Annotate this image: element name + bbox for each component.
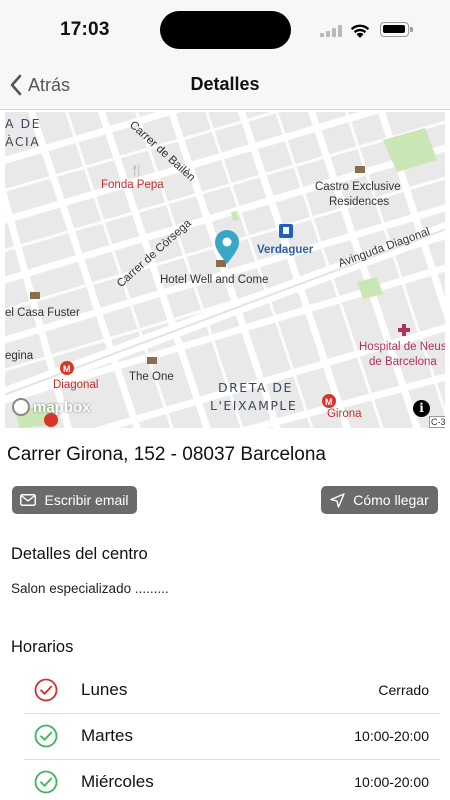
svg-text:M: M (325, 397, 333, 407)
status-bar: 17:03 (0, 0, 450, 60)
map-label-gracia-2: ÀCIA (5, 134, 41, 149)
center-description: Salon especializado ......... (11, 581, 169, 596)
navigation-bar: Atrás Detalles (0, 60, 450, 110)
map-label-hospital-2: de Barcelona (369, 356, 437, 368)
svg-text:M: M (63, 364, 71, 374)
open-check-icon (34, 770, 58, 794)
page-title: Detalles (190, 74, 260, 94)
schedule-day: Lunes (81, 680, 128, 699)
closed-check-icon (34, 678, 58, 702)
map-label-gracia-1: A DE (5, 116, 42, 131)
map-label-diagonal-station: Diagonal (53, 379, 99, 391)
location-arrow-icon (330, 492, 345, 508)
schedule-hours: Cerrado (378, 682, 429, 698)
cellular-signal-icon (320, 25, 342, 37)
dynamic-island (160, 11, 291, 49)
schedule-row-tuesday: Martes 10:00-20:00 (24, 714, 440, 760)
write-email-label: Escribir email (44, 492, 129, 508)
schedule-day: Miércoles (81, 772, 154, 791)
write-email-button[interactable]: Escribir email (12, 486, 137, 514)
map-label-casa-fuster: el Casa Fuster (5, 307, 80, 319)
map-label-verdaguer: Verdaguer (257, 244, 314, 256)
mapbox-logo[interactable]: mapbox (12, 398, 91, 416)
map-label-fonda-pepa: Fonda Pepa (101, 179, 164, 191)
envelope-icon (20, 494, 37, 506)
svg-text:🍴: 🍴 (130, 164, 144, 177)
schedule-hours: 10:00-20:00 (354, 774, 429, 790)
schedule-row-wednesday: Miércoles 10:00-20:00 (24, 760, 440, 800)
map-label-dreta-2: L'EIXAMPLE (210, 398, 298, 413)
schedule-day: Martes (81, 726, 133, 745)
map-info-icon[interactable]: i (413, 400, 430, 417)
schedule-row-monday: Lunes Cerrado (24, 668, 440, 714)
mapbox-logo-text: mapbox (33, 398, 91, 416)
directions-label: Cómo llegar (353, 492, 429, 508)
schedule-heading: Horarios (11, 638, 74, 656)
center-address: Carrer Girona, 152 - 08037 Barcelona (7, 444, 326, 465)
map-label-hotel-well: Hotel Well and Come (160, 274, 269, 286)
map-label-girona-station: Girona (327, 408, 362, 420)
status-time: 17:03 (60, 19, 110, 40)
map-label-castro-2: Residences (329, 196, 390, 208)
schedule-hours: 10:00-20:00 (354, 728, 429, 744)
directions-button[interactable]: Cómo llegar (321, 486, 438, 514)
map-label-c3: C-3 (429, 416, 445, 428)
open-check-icon (34, 724, 58, 748)
map-label-the-one: The One (129, 371, 174, 383)
location-map[interactable]: 🍴 M M A DE ÀCIA Carrer de Bailèn Fonda P… (5, 112, 445, 428)
map-label-dreta-1: DRETA DE (218, 380, 293, 395)
mapbox-logo-icon (12, 398, 30, 416)
center-details-heading: Detalles del centro (11, 545, 148, 563)
wifi-icon (350, 24, 370, 38)
map-label-castro-1: Castro Exclusive (315, 181, 401, 193)
map-label-hospital-1: Hospital de Neus (359, 341, 445, 353)
battery-icon (380, 22, 413, 37)
map-label-gina: egina (5, 350, 34, 362)
